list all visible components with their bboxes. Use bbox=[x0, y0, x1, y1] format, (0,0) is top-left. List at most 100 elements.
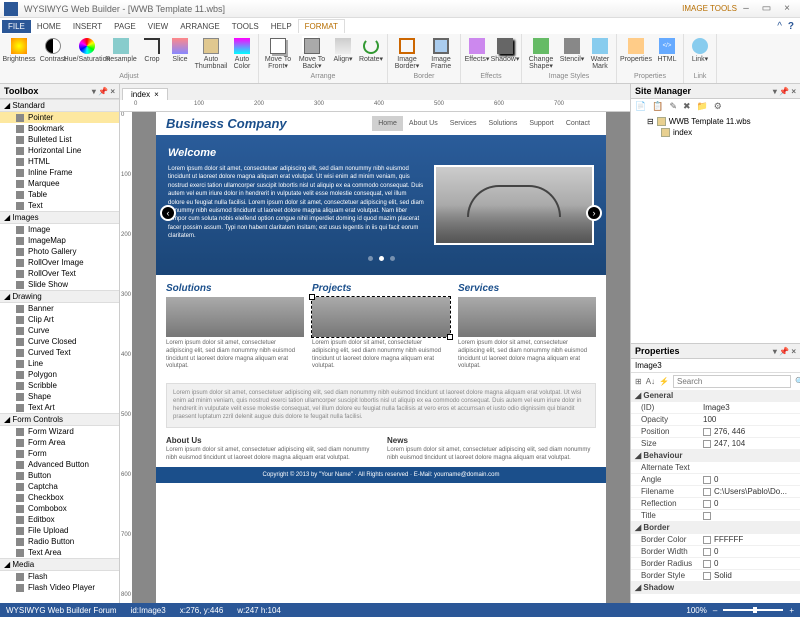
toolbox-item[interactable]: Captcha bbox=[0, 481, 119, 492]
alpha-icon[interactable]: A↓ bbox=[646, 377, 655, 386]
checkbox-icon[interactable] bbox=[703, 488, 711, 496]
toolbox-item[interactable]: ImageMap bbox=[0, 235, 119, 246]
sm-folder-icon[interactable]: 📁 bbox=[695, 101, 710, 112]
toolbox-item[interactable]: Advanced Button bbox=[0, 459, 119, 470]
help-icon[interactable]: ? bbox=[788, 21, 794, 32]
property-row[interactable]: Opacity100 bbox=[631, 414, 800, 426]
toolbox-item[interactable]: Flash Video Player bbox=[0, 582, 119, 593]
toolbox-category[interactable]: ◢ Media bbox=[0, 558, 119, 571]
zoom-out-button[interactable]: – bbox=[713, 606, 717, 615]
checkbox-icon[interactable] bbox=[703, 560, 711, 568]
toolbox-item[interactable]: Inline Frame bbox=[0, 167, 119, 178]
sm-edit-icon[interactable]: ✎ bbox=[667, 101, 679, 112]
zoom-slider[interactable] bbox=[723, 609, 783, 611]
toolbox-item[interactable]: Marquee bbox=[0, 178, 119, 189]
nav-item[interactable]: About Us bbox=[403, 116, 444, 131]
maximize-button[interactable]: ▭ bbox=[757, 3, 775, 14]
tab-help[interactable]: HELP bbox=[265, 20, 298, 33]
page-canvas[interactable]: Business Company HomeAbout UsServicesSol… bbox=[156, 112, 606, 603]
zoom-in-button[interactable]: + bbox=[789, 606, 794, 615]
checkbox-icon[interactable] bbox=[703, 440, 711, 448]
carousel-next-icon[interactable]: › bbox=[586, 205, 602, 221]
toolbox-item[interactable]: Editbox bbox=[0, 514, 119, 525]
toolbox-item[interactable]: Curved Text bbox=[0, 347, 119, 358]
resample-button[interactable]: Resample bbox=[106, 36, 136, 72]
checkbox-icon[interactable] bbox=[703, 536, 711, 544]
column-image[interactable] bbox=[166, 297, 304, 337]
toolbox-item[interactable]: Bulleted List bbox=[0, 134, 119, 145]
toolbox-category[interactable]: ◢ Images bbox=[0, 211, 119, 224]
property-row[interactable]: Border StyleSolid bbox=[631, 570, 800, 582]
ribbon-collapse-icon[interactable]: ^ bbox=[777, 21, 782, 32]
tab-page[interactable]: PAGE bbox=[108, 20, 142, 33]
toolbox-item[interactable]: Curve bbox=[0, 325, 119, 336]
property-row[interactable]: Border ColorFFFFFF bbox=[631, 534, 800, 546]
properties-search-input[interactable] bbox=[673, 375, 791, 388]
column-image[interactable] bbox=[458, 297, 596, 337]
property-row[interactable]: Title bbox=[631, 510, 800, 522]
contrast-button[interactable]: Contrast bbox=[38, 36, 68, 72]
sm-clone-icon[interactable]: 📋 bbox=[650, 101, 665, 112]
canvas-scroll[interactable]: 0100200300400500600700800 Business Compa… bbox=[120, 112, 630, 603]
property-category[interactable]: ◢ General bbox=[631, 390, 800, 402]
toolbox-item[interactable]: Image bbox=[0, 224, 119, 235]
toolbox-item[interactable]: Text bbox=[0, 200, 119, 211]
link-button[interactable]: Link▾ bbox=[688, 36, 712, 72]
move-to-back-button[interactable]: Move To Back▾ bbox=[297, 36, 327, 72]
pin-icon[interactable]: ▾ 📌 × bbox=[773, 87, 796, 96]
stencil-button[interactable]: Stencil▾ bbox=[560, 36, 584, 72]
toolbox-item[interactable]: Bookmark bbox=[0, 123, 119, 134]
pin-icon[interactable]: ▾ 📌 × bbox=[773, 347, 796, 356]
html-button[interactable]: </>HTML bbox=[655, 36, 679, 72]
toolbox-item[interactable]: Slide Show bbox=[0, 279, 119, 290]
status-forum-link[interactable]: WYSIWYG Web Builder Forum bbox=[6, 606, 117, 615]
properties-button[interactable]: Properties bbox=[621, 36, 651, 72]
shadow-button[interactable]: Shadow▾ bbox=[493, 36, 517, 72]
toolbox-item[interactable]: Table bbox=[0, 189, 119, 200]
toolbox-item[interactable]: Shape bbox=[0, 391, 119, 402]
tree-root[interactable]: ⊟WWB Template 11.wbs bbox=[633, 116, 798, 127]
toolbox-item[interactable]: File Upload bbox=[0, 525, 119, 536]
toolbox-item[interactable]: Banner bbox=[0, 303, 119, 314]
toolbox-item[interactable]: Combobox bbox=[0, 503, 119, 514]
sm-new-icon[interactable]: 📄 bbox=[633, 101, 648, 112]
document-tab[interactable]: index × bbox=[122, 88, 168, 100]
property-row[interactable]: Size247, 104 bbox=[631, 438, 800, 450]
property-category[interactable]: ◢ Border bbox=[631, 522, 800, 534]
property-row[interactable]: FilenameC:\Users\Pablo\Do... bbox=[631, 486, 800, 498]
tab-tools[interactable]: TOOLS bbox=[226, 20, 265, 33]
rotate-button[interactable]: Rotate▾ bbox=[359, 36, 383, 72]
close-button[interactable]: × bbox=[778, 3, 796, 14]
watermark-button[interactable]: Water Mark bbox=[588, 36, 612, 72]
sm-delete-icon[interactable]: ✖ bbox=[681, 101, 693, 112]
property-row[interactable]: Angle0 bbox=[631, 474, 800, 486]
tab-file[interactable]: FILE bbox=[2, 20, 31, 33]
tab-close-icon[interactable]: × bbox=[154, 90, 159, 99]
toolbox-item[interactable]: RollOver Image bbox=[0, 257, 119, 268]
toolbox-item[interactable]: Polygon bbox=[0, 369, 119, 380]
minimize-button[interactable]: – bbox=[737, 3, 755, 14]
checkbox-icon[interactable] bbox=[703, 476, 711, 484]
toolbox-item[interactable]: Photo Gallery bbox=[0, 246, 119, 257]
brightness-button[interactable]: Brightness bbox=[4, 36, 34, 72]
toolbox-item[interactable]: Form Wizard bbox=[0, 426, 119, 437]
carousel-prev-icon[interactable]: ‹ bbox=[160, 205, 176, 221]
property-row[interactable]: Reflection0 bbox=[631, 498, 800, 510]
property-category[interactable]: ◢ Shadow bbox=[631, 582, 800, 594]
search-icon[interactable]: 🔍 bbox=[795, 377, 800, 386]
auto-thumbnail-button[interactable]: Auto Thumbnail bbox=[196, 36, 226, 72]
toolbox-item[interactable]: RollOver Text bbox=[0, 268, 119, 279]
column-image[interactable] bbox=[312, 297, 450, 337]
move-to-front-button[interactable]: Move To Front▾ bbox=[263, 36, 293, 72]
slice-button[interactable]: Slice bbox=[168, 36, 192, 72]
toolbox-item[interactable]: Form Area bbox=[0, 437, 119, 448]
toolbox-item[interactable]: Line bbox=[0, 358, 119, 369]
toolbox-item[interactable]: Pointer bbox=[0, 112, 119, 123]
checkbox-icon[interactable] bbox=[703, 500, 711, 508]
hue-saturation-button[interactable]: Hue/Saturation bbox=[72, 36, 102, 72]
checkbox-icon[interactable] bbox=[703, 548, 711, 556]
toolbox-item[interactable]: Checkbox bbox=[0, 492, 119, 503]
pin-icon[interactable]: ▾ 📌 × bbox=[92, 87, 115, 96]
toolbox-item[interactable]: Form bbox=[0, 448, 119, 459]
auto-color-button[interactable]: Auto Color bbox=[230, 36, 254, 72]
